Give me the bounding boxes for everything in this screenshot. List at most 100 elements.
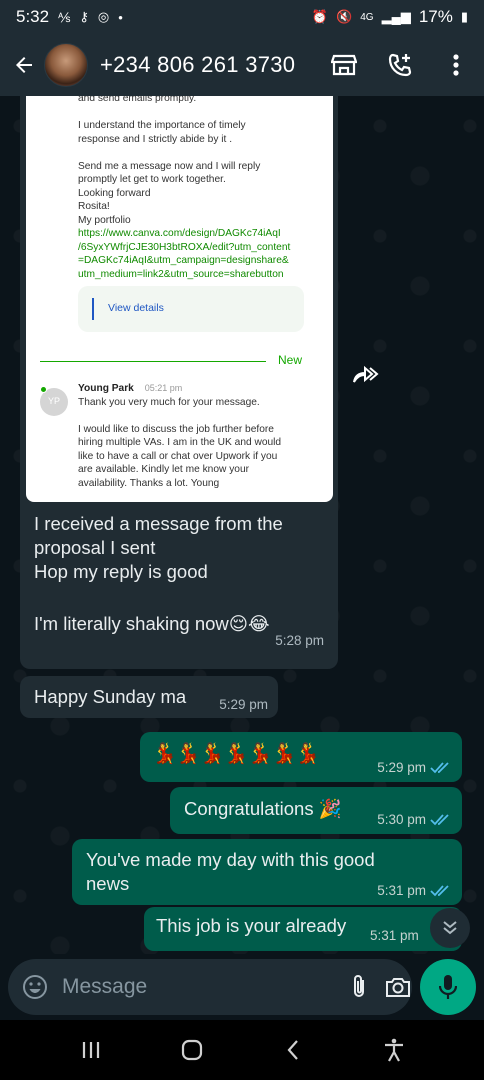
screenshot-reply: Young Park 05:21 pm Thank you very much … [78,382,318,490]
message-time: 5:31 pm [370,928,419,943]
message-line: news [86,873,130,894]
message-meta: 5:29 pm [377,760,450,775]
paperclip-icon [354,975,364,997]
portfolio-link: utm_medium=link2&utm_source=sharebutton [78,268,284,280]
message-time: 5:30 pm [377,812,426,827]
camera-button[interactable] [385,972,411,1002]
accessibility-icon [384,1038,403,1062]
message-time: 5:29 pm [377,760,426,775]
reply-line: availability. Thanks a lot. Young [78,477,220,489]
mute-icon: 🔇 [336,9,353,24]
message-meta: 5:30 pm [377,812,450,827]
sender-name: Young Park [78,383,134,394]
portfolio-link: /6SyxYWfrjCJE30H3btROXA/edit?utm_content [78,241,291,253]
composer [0,954,484,1020]
message-input-container [8,959,412,1015]
forward-icon [353,365,379,383]
status-bar: 5:32 ⅍ ⚷ ◎ • ⏰ 🔇 4G ▂▄▆ 17% ▮ [0,0,484,34]
read-receipt-icon [430,813,449,825]
reply-line: I would like to discuss the job further … [78,423,274,435]
message-text: Happy Sunday ma [34,686,187,707]
message-time: 5:28 pm [275,633,324,648]
recent-apps-icon [82,1042,99,1058]
reply-line: like to have a call or chat over Upwork … [78,450,278,462]
attach-button[interactable] [349,972,369,1002]
message-line: proposal I sent [34,537,156,558]
portfolio-link: https://www.canva.com/design/DAGKc74iAqI [78,228,281,239]
avatar[interactable] [44,43,88,87]
message-meta: 5:31 pm [370,928,419,943]
accessibility-button[interactable] [374,1030,414,1070]
message-text: Congratulations 🎉 [184,798,342,819]
reply-line: hiring multiple VAs. I am in the UK and … [78,437,282,448]
message-input[interactable] [62,975,333,999]
view-details-label: View details [108,302,164,315]
system-nav-bar [0,1020,484,1080]
home-icon [181,1039,202,1061]
message-bubble-outgoing[interactable]: 💃💃💃💃💃💃💃 5:29 pm [140,732,462,782]
screenshot-line: Send me a message now and I will reply [78,160,261,172]
instagram-icon: ◎ [97,9,110,24]
message-bubble-incoming[interactable]: Happy Sunday ma 5:29 pm [20,676,278,718]
sender-time: 05:21 pm [144,383,183,393]
screenshot-line: and send emails promptly. [78,96,197,104]
screenshot-line: My portfolio [78,214,131,226]
screenshot-line: I understand the importance of timely [78,120,246,131]
smiley-icon [23,975,47,999]
new-divider [40,361,266,362]
message-bubble-outgoing[interactable]: You've made my day with this good news 5… [72,839,462,905]
forward-button[interactable] [350,360,382,388]
read-receipt-icon [430,761,449,773]
message-list[interactable]: and send emails promptly. I understand t… [0,96,484,954]
back-nav-button[interactable] [273,1030,313,1070]
screenshot-line: response and I strictly abide by it . [78,133,233,145]
chevron-left-icon [287,1040,298,1060]
screenshot-line: Rosita! [78,201,110,212]
screenshot-text-top: and send emails promptly. I understand t… [78,96,318,281]
message-text: 💃💃💃💃💃💃💃 [152,743,320,765]
message-bubble-incoming[interactable]: and send emails promptly. I understand t… [20,96,338,669]
home-button[interactable] [172,1030,212,1070]
portfolio-link: =DAGKc74iAqI&utm_campaign=designshare& [78,255,289,266]
microphone-icon [439,975,457,999]
battery-icon: ▮ [460,9,468,24]
message-text: This job is your already [156,915,347,936]
reply-line: are available. Kindly let me know your [78,464,250,475]
screenshot-line: Looking forward [78,187,151,199]
scroll-to-bottom-button[interactable] [430,908,470,948]
emoji-button[interactable] [22,972,48,1002]
voice-message-button[interactable] [420,959,476,1015]
message-time: 5:29 pm [219,697,268,712]
message-bubble-outgoing[interactable]: This job is your already 5:31 pm [144,907,462,951]
chat-header: +234 806 261 3730 [0,34,484,96]
message-time: 5:31 pm [377,883,426,898]
arrow-left-icon [16,57,32,73]
more-vertical-icon [453,54,459,76]
recent-apps-button[interactable] [71,1030,111,1070]
message-line: Hop my reply is good [34,561,208,582]
add-call-button[interactable] [386,51,414,79]
phone-add-icon [388,53,412,77]
key-icon: ⚷ [79,9,89,24]
more-options-button[interactable] [442,51,470,79]
alarm-icon: ⏰ [311,9,329,24]
back-button[interactable] [10,51,38,79]
new-label: New [278,353,303,367]
read-receipt-icon [430,884,449,896]
online-dot [40,386,47,393]
dot-icon: • [118,9,123,25]
screenshot-line: promptly let get to work together. [78,174,226,185]
battery-level: 17% [418,7,453,26]
reply-line: Thank you very much for your message. [78,396,260,408]
clock: 5:32 [16,7,50,26]
message-line: I received a message from the [34,513,283,534]
storefront-icon [331,54,357,76]
message-text: I received a message from the proposal I… [34,512,334,636]
view-details-card: View details [78,286,304,332]
contact-name[interactable]: +234 806 261 3730 [100,52,295,78]
attached-screenshot[interactable]: and send emails promptly. I understand t… [26,96,333,502]
missed-call-icon: ⅍ [58,9,71,25]
message-bubble-outgoing[interactable]: Congratulations 🎉 5:30 pm [170,787,462,834]
network-type: 4G [360,11,374,23]
shop-button[interactable] [330,51,358,79]
